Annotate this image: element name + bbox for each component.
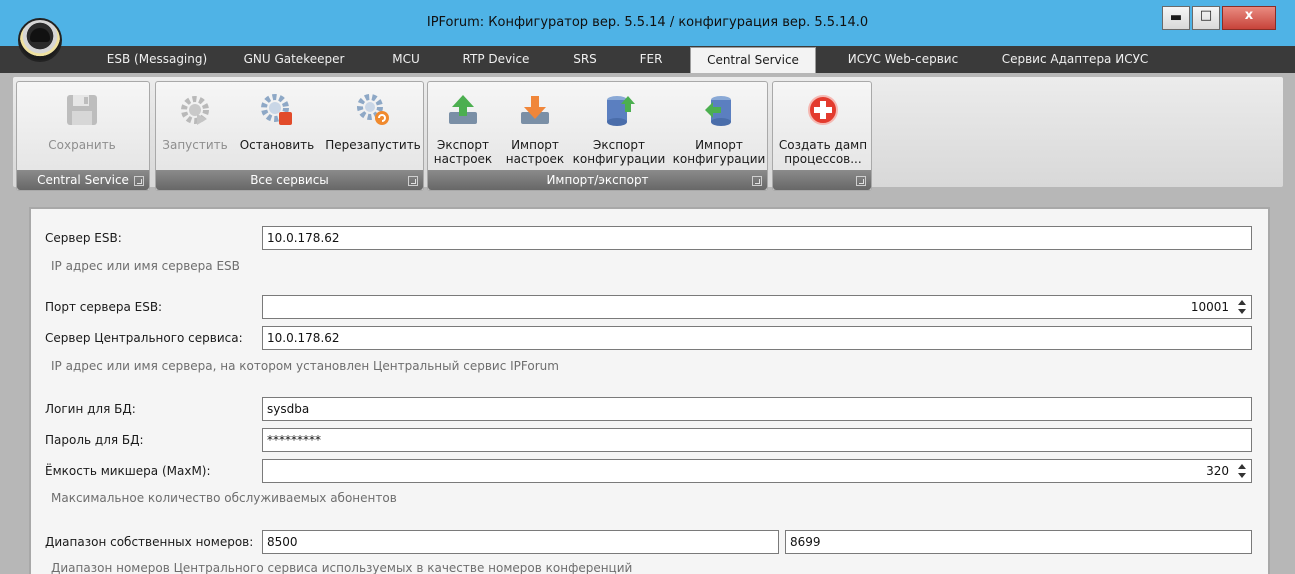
tab-central-service[interactable]: Central Service	[690, 47, 816, 74]
group-label-import-export: Импорт/экспорт	[428, 170, 767, 190]
settings-area: Сервер ESB: 10.0.178.62 IP адрес или имя…	[0, 191, 1295, 574]
group-launcher-icon[interactable]	[134, 176, 144, 186]
restart-label: Перезапустить	[325, 138, 421, 152]
minimize-button[interactable]: ▬	[1162, 6, 1190, 30]
maximize-icon: □	[1199, 8, 1213, 23]
ribbon-group-dump: Создать дамп процессов...	[772, 81, 872, 191]
esb-port-label: Порт сервера ESB:	[45, 300, 163, 314]
spin-arrows-icon[interactable]	[1237, 463, 1247, 479]
create-dump-button[interactable]: Создать дамп процессов...	[779, 86, 867, 166]
db-login-input[interactable]: sysdba	[262, 397, 1252, 421]
tab-isus-web-service[interactable]: ИСУС Web-сервис	[830, 46, 976, 73]
tab-strip: ESB (Messaging) GNU Gatekeeper MCU RTP D…	[0, 46, 1295, 74]
group-label-central-service: Central Service	[17, 170, 149, 190]
save-button[interactable]: Сохранить	[47, 86, 117, 166]
group-label-all-services: Все сервисы	[156, 170, 423, 190]
title-bar: IPForum: Конфигуратор вер. 5.5.14 / конф…	[0, 0, 1295, 46]
start-button[interactable]: Запустить	[162, 86, 228, 166]
export-config-label: Экспорт конфигурации	[572, 138, 666, 166]
create-dump-label: Создать дамп процессов...	[778, 138, 868, 166]
export-config-button[interactable]: Экспорт конфигурации	[573, 86, 665, 166]
tab-fer[interactable]: FER	[626, 46, 676, 73]
restart-button[interactable]: Перезапустить	[325, 86, 421, 166]
tab-gnu-gatekeeper[interactable]: GNU Gatekeeper	[232, 46, 356, 73]
import-config-button[interactable]: Импорт конфигурации	[673, 86, 765, 166]
ribbon-group-all-services: Запустить Остановить Перезапустить Все с…	[155, 81, 424, 191]
maximize-button[interactable]: □	[1192, 6, 1220, 30]
floppy-disk-icon	[67, 95, 97, 125]
import-config-label: Импорт конфигурации	[672, 138, 766, 166]
own-numbers-hint: Диапазон номеров Центрального сервиса ис…	[51, 561, 633, 574]
import-settings-button[interactable]: Импорт настроек	[504, 86, 566, 166]
export-settings-icon	[449, 95, 477, 124]
mixer-capacity-value: 320	[1206, 464, 1229, 478]
tab-esb-messaging[interactable]: ESB (Messaging)	[92, 46, 222, 73]
tab-mcu[interactable]: MCU	[378, 46, 434, 73]
import-settings-label: Импорт настроек	[505, 138, 565, 166]
own-numbers-from-input[interactable]: 8500	[262, 530, 779, 554]
ribbon-group-central-service: Сохранить Central Service	[16, 81, 150, 191]
export-settings-button[interactable]: Экспорт настроек	[432, 86, 494, 166]
spin-arrows-icon[interactable]	[1237, 299, 1247, 315]
mixer-capacity-stepper[interactable]: 320	[262, 459, 1252, 483]
central-server-hint: IP адрес или имя сервера, на котором уст…	[51, 359, 559, 373]
export-settings-label: Экспорт настроек	[433, 138, 493, 166]
import-config-icon	[705, 96, 731, 126]
group-launcher-icon[interactable]	[408, 176, 418, 186]
tab-rtp-device[interactable]: RTP Device	[448, 46, 544, 73]
window-title: IPForum: Конфигуратор вер. 5.5.14 / конф…	[426, 15, 869, 30]
stop-label: Остановить	[239, 138, 315, 152]
db-password-input[interactable]: *********	[262, 428, 1252, 452]
esb-server-label: Сервер ESB:	[45, 231, 122, 245]
mixer-capacity-hint: Максимальное количество обслуживаемых аб…	[51, 491, 397, 505]
central-server-input[interactable]: 10.0.178.62	[262, 326, 1252, 350]
close-icon: x	[1244, 8, 1254, 23]
import-settings-icon	[521, 96, 549, 124]
settings-panel: Сервер ESB: 10.0.178.62 IP адрес или имя…	[29, 207, 1270, 574]
group-launcher-icon[interactable]	[752, 176, 762, 186]
create-dump-icon	[808, 95, 838, 125]
own-numbers-to-input[interactable]: 8699	[785, 530, 1252, 554]
tab-isus-adapter-service[interactable]: Сервис Адаптера ИСУС	[990, 46, 1160, 73]
esb-port-stepper[interactable]: 10001	[262, 295, 1252, 319]
db-password-label: Пароль для БД:	[45, 433, 144, 447]
own-numbers-label: Диапазон собственных номеров:	[45, 535, 254, 549]
gear-restart-icon	[357, 94, 389, 125]
stop-button[interactable]: Остановить	[238, 86, 316, 166]
central-server-label: Сервер Центрального сервиса:	[45, 331, 243, 345]
gear-start-icon	[181, 96, 209, 125]
tab-srs[interactable]: SRS	[560, 46, 610, 73]
start-label: Запустить	[162, 138, 228, 152]
mixer-capacity-label: Ёмкость микшера (MaxM):	[45, 464, 211, 478]
esb-server-input[interactable]: 10.0.178.62	[262, 226, 1252, 250]
group-launcher-icon[interactable]	[856, 176, 866, 186]
export-config-icon	[607, 96, 635, 126]
minimize-icon: ▬	[1169, 10, 1183, 25]
db-login-label: Логин для БД:	[45, 402, 136, 416]
esb-server-hint: IP адрес или имя сервера ESB	[51, 259, 240, 273]
ribbon-group-import-export: Экспорт настроек Импорт настроек Экспорт…	[427, 81, 768, 191]
close-button[interactable]: x	[1222, 6, 1276, 30]
save-label: Сохранить	[48, 138, 116, 152]
ribbon-body: Сохранить Central Service Запустить Оста…	[13, 77, 1283, 191]
ribbon: Сохранить Central Service Запустить Оста…	[0, 73, 1295, 191]
gear-stop-icon	[261, 94, 292, 125]
esb-port-value: 10001	[1190, 300, 1229, 314]
app-logo-icon[interactable]	[18, 18, 62, 62]
